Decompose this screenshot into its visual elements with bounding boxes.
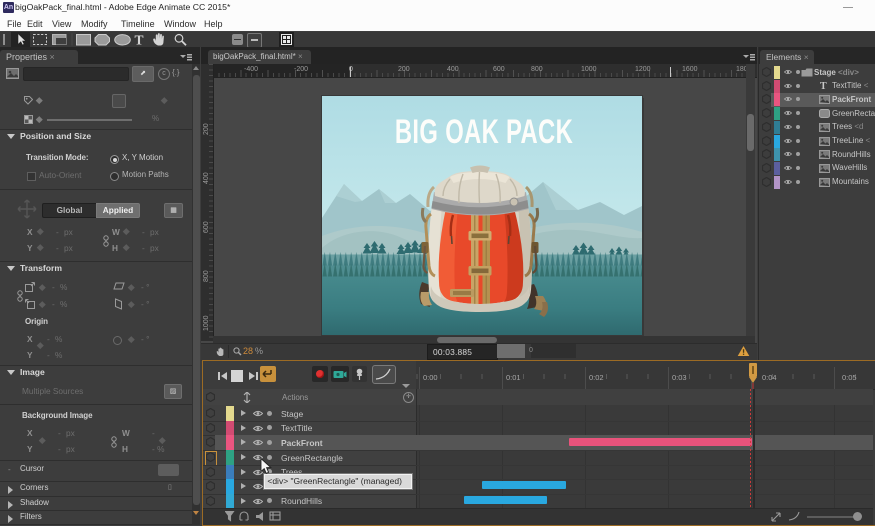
svg-text:T: T (135, 33, 144, 48)
svg-text:BIG OAK PACK: BIG OAK PACK (395, 113, 573, 151)
